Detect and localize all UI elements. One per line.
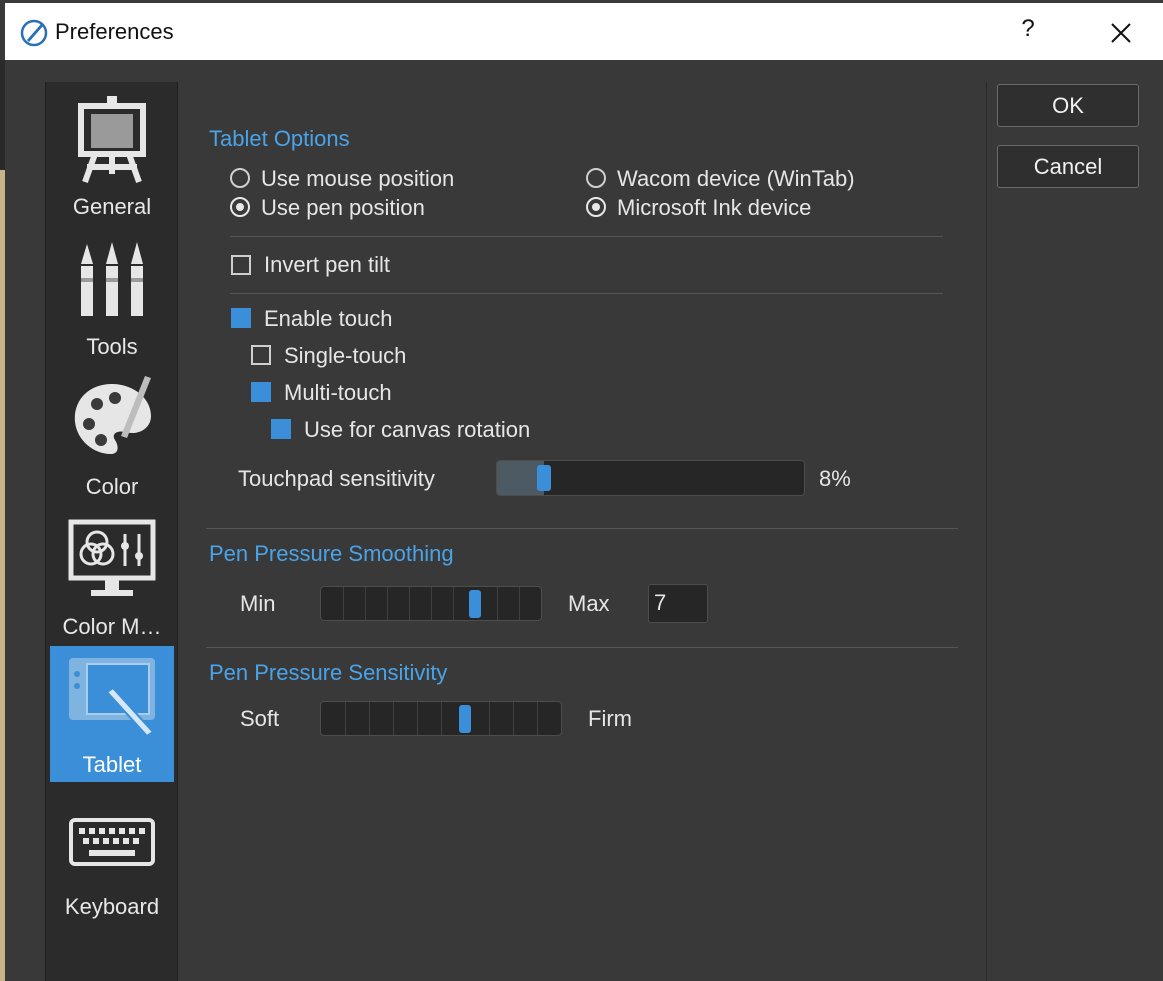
close-icon[interactable]: [1103, 15, 1139, 51]
multi-touch-label: Multi-touch: [284, 380, 392, 405]
title-bar: Preferences ?: [5, 3, 1163, 60]
slider-tick: [441, 702, 442, 735]
pen-pressure-smoothing-title: Pen Pressure Smoothing: [209, 541, 454, 566]
wacom-device-label: Wacom device (WinTab): [617, 166, 855, 191]
slider-tick: [343, 587, 344, 620]
smoothing-slider-thumb[interactable]: [469, 590, 481, 618]
slider-tick: [345, 702, 346, 735]
slider-tick: [537, 702, 538, 735]
sidebar-item-tools[interactable]: Tools: [50, 228, 174, 364]
single-touch-label: Single-touch: [284, 343, 407, 368]
slider-tick: [369, 702, 370, 735]
window-title: Preferences: [55, 19, 174, 44]
smoothing-min-label: Min: [240, 591, 276, 616]
slider-tick: [431, 587, 432, 620]
touchpad-sensitivity-label: Touchpad sensitivity: [238, 466, 435, 491]
slider-tick: [513, 702, 514, 735]
pen-pressure-smoothing-slider[interactable]: [320, 586, 542, 621]
sidebar-item-color[interactable]: Color: [50, 368, 174, 504]
divider: [206, 647, 958, 648]
keyboard-icon: [69, 818, 155, 866]
palette-icon: [74, 376, 151, 454]
divider: [230, 293, 943, 294]
app-logo-icon: [20, 19, 48, 47]
sensitivity-slider-thumb[interactable]: [459, 705, 471, 733]
sidebar-item-color-management[interactable]: Color M…: [50, 508, 174, 644]
ok-button[interactable]: OK: [997, 84, 1139, 127]
pen-pressure-sensitivity-title: Pen Pressure Sensitivity: [209, 660, 448, 685]
canvas-rotation-label: Use for canvas rotation: [304, 417, 531, 442]
smoothing-max-label: Max: [568, 591, 610, 616]
sidebar-item-tablet[interactable]: Tablet: [50, 646, 174, 782]
slider-tick: [489, 702, 490, 735]
slider-tick: [497, 587, 498, 620]
cancel-button[interactable]: Cancel: [997, 145, 1139, 188]
microsoft-ink-radio[interactable]: [586, 197, 606, 217]
sidebar-item-label: Keyboard: [64, 894, 160, 919]
use-mouse-position-label: Use mouse position: [261, 166, 455, 191]
button-panel-divider: [986, 82, 987, 981]
touchpad-sensitivity-value: 8%: [819, 466, 851, 491]
help-button[interactable]: ?: [1013, 15, 1043, 51]
slider-tick: [519, 587, 520, 620]
preferences-sidebar: General Tools Color Color M… Tablet Keyb…: [45, 82, 178, 981]
outer-edge: [0, 60, 5, 170]
touchpad-sensitivity-slider[interactable]: [496, 460, 805, 496]
slider-tick: [365, 587, 366, 620]
sidebar-item-label: General: [72, 194, 152, 219]
canvas-rotation-checkbox[interactable]: [271, 419, 291, 439]
multi-touch-checkbox[interactable]: [251, 382, 271, 402]
sensitivity-firm-label: Firm: [588, 706, 632, 731]
divider: [230, 236, 943, 237]
monitor-color-icon: [68, 519, 156, 596]
sidebar-item-general[interactable]: General: [50, 88, 174, 224]
easel-icon: [78, 96, 146, 184]
invert-pen-tilt-label: Invert pen tilt: [264, 252, 390, 277]
slider-tick: [393, 702, 394, 735]
sidebar-item-label: Color: [85, 474, 139, 499]
tablet-icon: [69, 658, 155, 738]
outer-edge-canvas: [0, 170, 5, 981]
slider-tick: [409, 587, 410, 620]
single-touch-checkbox[interactable]: [251, 345, 271, 365]
sidebar-item-label: Tablet: [82, 752, 142, 777]
slider-tick: [417, 702, 418, 735]
sidebar-item-label: Color M…: [62, 614, 162, 639]
enable-touch-label: Enable touch: [264, 306, 393, 331]
enable-touch-checkbox[interactable]: [231, 308, 251, 328]
brushes-icon: [81, 242, 143, 316]
sidebar-item-label: Tools: [86, 334, 138, 359]
invert-pen-tilt-checkbox[interactable]: [231, 255, 251, 275]
slider-tick: [387, 587, 388, 620]
use-pen-position-radio[interactable]: [230, 197, 250, 217]
sensitivity-soft-label: Soft: [240, 706, 280, 731]
tablet-options-title: Tablet Options: [209, 126, 350, 151]
pen-pressure-sensitivity-slider[interactable]: [320, 701, 562, 736]
microsoft-ink-label: Microsoft Ink device: [617, 195, 812, 220]
touchpad-slider-thumb[interactable]: [537, 465, 551, 491]
smoothing-value-field[interactable]: 7: [648, 584, 708, 623]
use-mouse-position-radio[interactable]: [230, 168, 250, 188]
use-pen-position-label: Use pen position: [261, 195, 425, 220]
preferences-window: Preferences ? General Tools Color Color …: [0, 0, 1163, 981]
slider-tick: [453, 587, 454, 620]
wacom-device-radio[interactable]: [586, 168, 606, 188]
sidebar-item-keyboard[interactable]: Keyboard: [50, 788, 174, 924]
divider: [206, 528, 958, 529]
